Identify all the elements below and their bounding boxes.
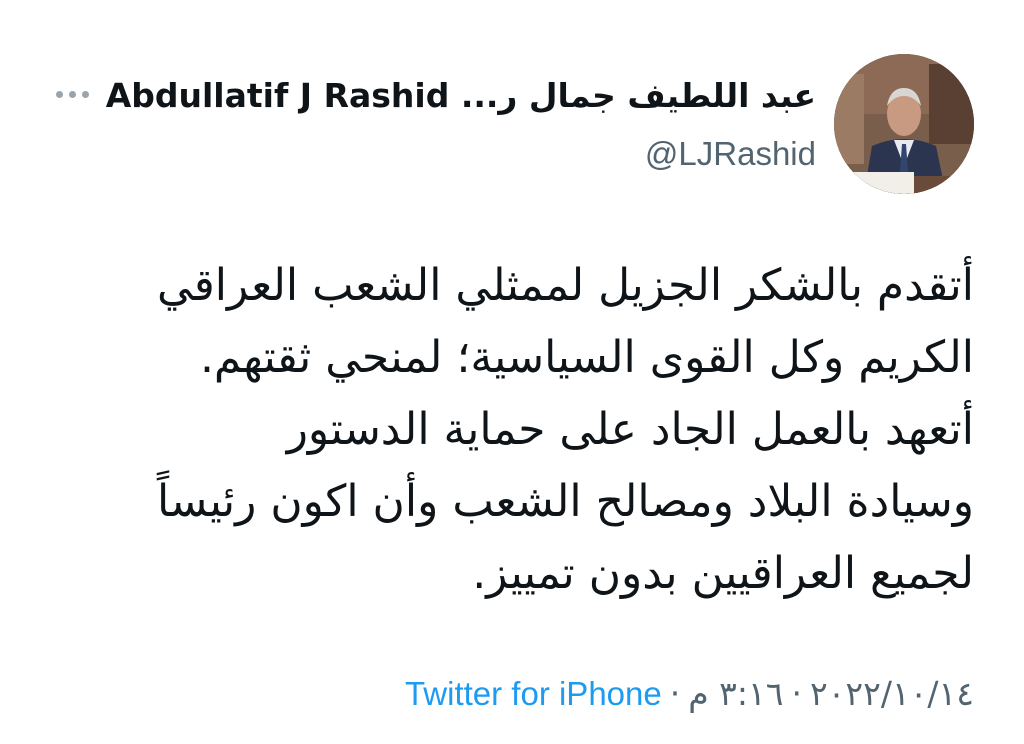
tweet-card: عبد اللطيف جمال ر... Abdullatif J Rashid… [0, 0, 1024, 744]
tweet-line: وسيادة البلاد ومصالح الشعب وأن اكون رئيس… [156, 476, 974, 527]
more-options-dot [81, 90, 89, 98]
tweet-meta: ٢٠٢٢/١٠/١٤·٣:١٦ م·Twitter for iPhone [405, 672, 974, 716]
avatar[interactable] [834, 54, 974, 194]
tweet-header: عبد اللطيف جمال ر... Abdullatif J Rashid… [50, 54, 974, 194]
user-handle[interactable]: @LJRashid [106, 132, 816, 176]
author-info: عبد اللطيف جمال ر... Abdullatif J Rashid… [106, 74, 816, 176]
tweet-line: الكريم وكل القوى السياسية؛ لمنحي ثقتهم. [199, 332, 974, 383]
meta-separator: · [791, 674, 802, 713]
tweet-line: لجميع العراقيين بدون تمييز. [472, 548, 974, 599]
tweet-date[interactable]: ٢٠٢٢/١٠/١٤ [810, 674, 974, 713]
tweet-text: أتقدم بالشكر الجزيل لممثلي الشعب العراقي… [60, 250, 974, 610]
tweet-time[interactable]: ٣:١٦ م [688, 674, 783, 713]
meta-separator: · [669, 674, 681, 713]
display-name[interactable]: عبد اللطيف جمال ر... Abdullatif J Rashid [106, 74, 816, 118]
tweet-source-link[interactable]: Twitter for iPhone [405, 675, 662, 712]
more-options-button[interactable] [50, 82, 94, 106]
more-options-dot [68, 90, 76, 98]
tweet-line: أتعهد بالعمل الجاد على حماية الدستور [286, 404, 974, 455]
tweet-line: أتقدم بالشكر الجزيل لممثلي الشعب العراقي [157, 260, 974, 311]
more-options-icon [55, 90, 63, 98]
profile-photo-icon [834, 54, 974, 194]
